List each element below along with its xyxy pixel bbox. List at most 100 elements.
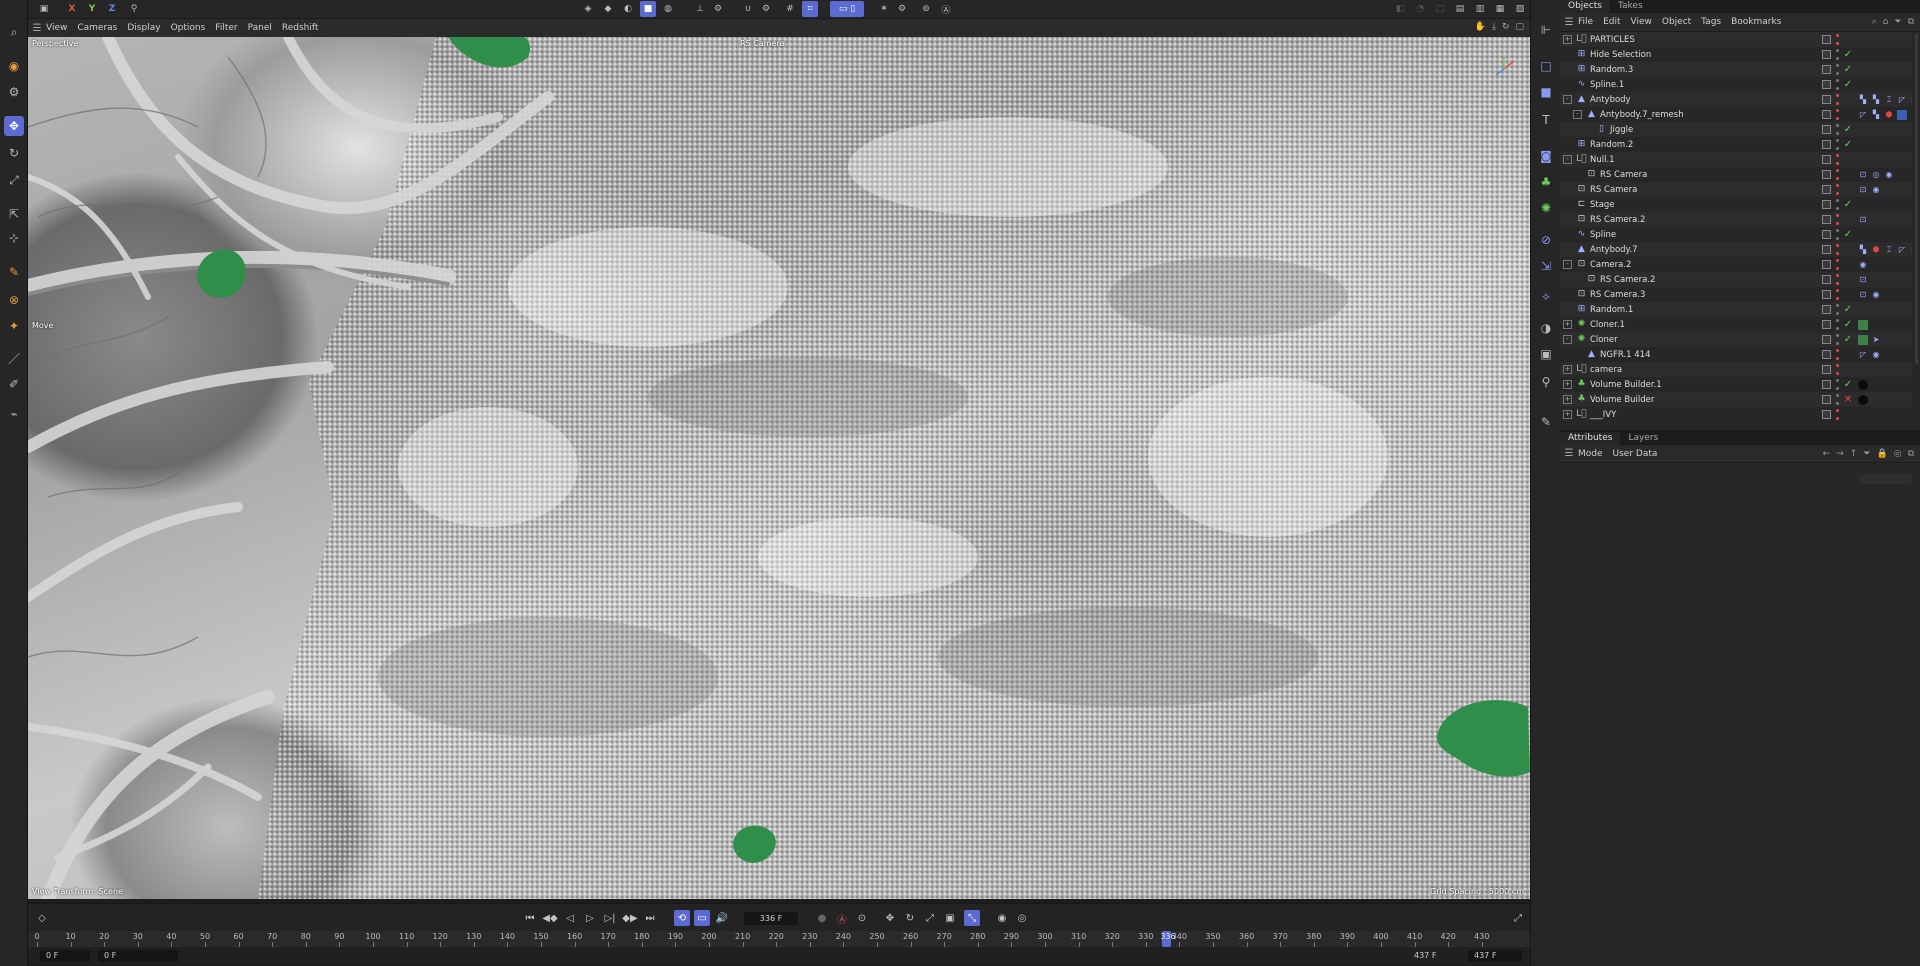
- visibility-dots[interactable]: [1836, 79, 1839, 90]
- object-mode-icon[interactable]: ■: [640, 1, 656, 17]
- new-window-icon[interactable]: ⧉: [1908, 17, 1914, 27]
- edge-mode-icon[interactable]: ◍: [660, 1, 676, 17]
- object-row[interactable]: - ✺ Cloner ✓ ➤: [1560, 332, 1912, 347]
- deformer-icon[interactable]: ⊘: [1536, 230, 1556, 250]
- object-row[interactable]: ⊏ Stage ✓: [1560, 197, 1912, 212]
- layer-swatch[interactable]: [1822, 365, 1831, 374]
- prev-key-icon[interactable]: ◀◆: [542, 910, 558, 926]
- current-frame-field[interactable]: 336 F: [744, 912, 798, 925]
- go-to-end-icon[interactable]: ⏭: [642, 910, 658, 926]
- home-icon[interactable]: ⌂: [1883, 17, 1889, 27]
- position-key-icon[interactable]: ✥: [882, 910, 898, 926]
- target-tag-icon[interactable]: ⊡: [1858, 275, 1868, 285]
- object-row[interactable]: ⊞ Hide Selection ✓: [1560, 47, 1912, 62]
- expand-toggle[interactable]: -: [1563, 335, 1572, 344]
- film-icon[interactable]: ▣: [36, 1, 52, 17]
- preview-end-field[interactable]: 437 F: [1408, 950, 1448, 962]
- expand-toggle[interactable]: +: [1563, 395, 1572, 404]
- sound-icon[interactable]: 🔊: [714, 910, 730, 926]
- phong-tag-icon[interactable]: ◸: [1858, 350, 1868, 360]
- menu-display[interactable]: Display: [127, 23, 160, 33]
- visibility-dots[interactable]: [1836, 64, 1839, 75]
- symmetry-icon[interactable]: ✶: [876, 1, 892, 17]
- vertex-tag-icon[interactable]: ▚: [1871, 95, 1881, 105]
- effector-icon[interactable]: ✺: [1536, 198, 1556, 218]
- object-row[interactable]: ⊡ RS Camera.2 ⊡: [1560, 272, 1912, 287]
- tab-layers[interactable]: Layers: [1620, 432, 1666, 445]
- model-mode-icon[interactable]: ◈: [580, 1, 596, 17]
- visibility-dots[interactable]: [1836, 199, 1839, 210]
- circle-tag-icon[interactable]: ◎: [1871, 170, 1881, 180]
- menu-panel[interactable]: Panel: [248, 23, 272, 33]
- object-list-scrollbar[interactable]: [1915, 34, 1918, 364]
- pen-disabled-icon[interactable]: ✎: [1536, 412, 1556, 432]
- vertex-tag-icon[interactable]: ▚: [1858, 245, 1868, 255]
- enabled-check-icon[interactable]: ✓: [1843, 379, 1853, 390]
- eye-tag-icon[interactable]: ◉: [1871, 350, 1881, 360]
- eye-tag-icon[interactable]: ◉: [1884, 170, 1894, 180]
- disabled-cross-icon[interactable]: ✕: [1843, 394, 1853, 405]
- lock-icon[interactable]: 🔒: [1876, 449, 1887, 459]
- pen-tool-icon[interactable]: ✐: [4, 374, 24, 394]
- filter-icon[interactable]: ⏷: [1863, 449, 1870, 459]
- layer-swatch[interactable]: [1822, 395, 1831, 404]
- text-icon[interactable]: T: [1536, 110, 1556, 130]
- paint-tool-icon[interactable]: ✦: [4, 316, 24, 336]
- layer-swatch[interactable]: [1822, 95, 1831, 104]
- object-row[interactable]: ▲Antybody.7▚⬢⌶◸◸: [1560, 242, 1912, 257]
- maximize-view-icon[interactable]: ▢: [1515, 22, 1524, 32]
- vertex-tag-icon[interactable]: ▚: [1858, 95, 1868, 105]
- visibility-dots[interactable]: [1836, 139, 1839, 150]
- tab-objects[interactable]: Objects: [1560, 0, 1611, 13]
- expand-toggle[interactable]: +: [1563, 365, 1572, 374]
- expand-toggle[interactable]: +: [1563, 410, 1572, 419]
- expand-toggle[interactable]: +: [1563, 35, 1572, 44]
- enabled-check-icon[interactable]: ✓: [1843, 199, 1853, 210]
- object-name[interactable]: Volume Builder.1: [1590, 380, 1662, 390]
- phong-tag-icon[interactable]: ◸: [1897, 95, 1907, 105]
- magnet-icon[interactable]: ∪: [740, 1, 756, 17]
- timeline-ruler[interactable]: 0 10 20 30 40 50 60 70 80 90 100 110 120 130 140 150 160…: [28, 931, 1530, 947]
- visibility-dots[interactable]: [1836, 259, 1839, 270]
- render-region-icon[interactable]: ⊚: [918, 1, 934, 17]
- range-start-field[interactable]: 0 F: [40, 950, 90, 962]
- expand-toggle[interactable]: +: [1563, 320, 1572, 329]
- menu-filter[interactable]: Filter: [215, 23, 237, 33]
- object-row[interactable]: + L⃞ ___IVY: [1560, 407, 1912, 422]
- menu-edit[interactable]: Edit: [1603, 17, 1620, 27]
- target-tag-icon[interactable]: ⊡: [1858, 170, 1868, 180]
- visibility-dots[interactable]: [1836, 394, 1839, 405]
- object-name[interactable]: Spline.1: [1590, 80, 1624, 90]
- object-row[interactable]: - ▲ Antybody.7_remesh ◸ ▚ ⬢: [1560, 107, 1912, 122]
- object-row[interactable]: ∿ Spline ✓: [1560, 227, 1912, 242]
- render-view-icon[interactable]: Ⓐ: [938, 1, 954, 17]
- hamburger-icon[interactable]: ☰: [1560, 448, 1578, 459]
- object-row[interactable]: + L⃞ camera: [1560, 362, 1912, 377]
- autokey-icon[interactable]: ▢: [1432, 1, 1448, 17]
- visibility-dots[interactable]: [1836, 274, 1839, 285]
- target-tag-icon[interactable]: ⊡: [1858, 290, 1868, 300]
- menu-object[interactable]: Object: [1662, 17, 1691, 27]
- enabled-check-icon[interactable]: ✓: [1843, 139, 1853, 150]
- mograph-icon[interactable]: ♣: [1536, 172, 1556, 192]
- point-level-anim-icon[interactable]: ⤡: [964, 910, 980, 926]
- layer-swatch[interactable]: [1822, 140, 1831, 149]
- magnet-tool-icon[interactable]: ⊗: [4, 290, 24, 310]
- black-tag-icon[interactable]: [1858, 379, 1868, 390]
- visibility-dots[interactable]: [1836, 49, 1839, 60]
- enabled-check-icon[interactable]: ✓: [1843, 334, 1853, 345]
- phong-tag-icon[interactable]: ◸: [1910, 95, 1913, 105]
- object-row[interactable]: ▯ Jiggle ✓: [1560, 122, 1912, 137]
- green-tag-icon[interactable]: [1858, 334, 1868, 345]
- record-active-icon[interactable]: ●: [814, 910, 830, 926]
- object-row[interactable]: ▲ NGFR.1 414 ◸ ◉: [1560, 347, 1912, 362]
- layer-swatch[interactable]: [1822, 275, 1831, 284]
- keyframe-selection-icon[interactable]: ⊙: [854, 910, 870, 926]
- object-name[interactable]: ___IVY: [1590, 410, 1616, 420]
- object-name[interactable]: Cloner: [1590, 335, 1618, 345]
- object-name[interactable]: Volume Builder: [1590, 395, 1654, 405]
- tab-attributes[interactable]: Attributes: [1560, 432, 1621, 445]
- menu-options[interactable]: Options: [171, 23, 206, 33]
- enabled-check-icon[interactable]: ✓: [1843, 229, 1853, 240]
- visibility-dots[interactable]: [1836, 304, 1839, 315]
